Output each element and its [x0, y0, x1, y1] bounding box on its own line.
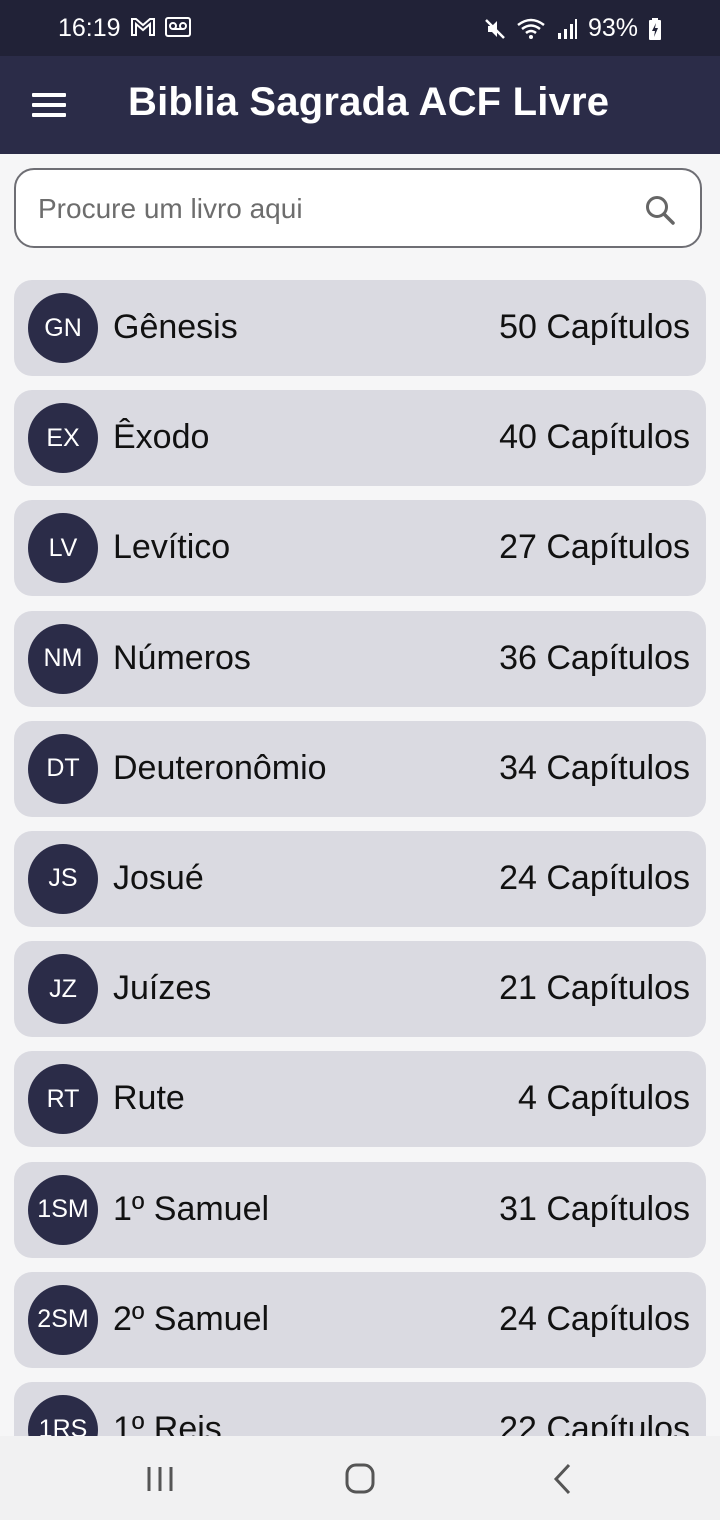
book-chapters: 24 Capítulos [499, 858, 690, 897]
book-name: Gênesis [113, 308, 238, 346]
book-card[interactable]: JS Josué 24 Capítulos [14, 830, 706, 927]
book-chapters: 27 Capítulos [499, 528, 690, 567]
voicemail-icon [165, 17, 191, 37]
home-icon[interactable] [340, 1462, 380, 1496]
book-chapters: 31 Capítulos [499, 1189, 690, 1228]
status-right: 93% [484, 14, 662, 43]
book-card[interactable]: GN Gênesis 50 Capítulos [14, 280, 706, 376]
gmail-icon [131, 18, 155, 36]
book-card[interactable]: 1RS 1º Reis 22 Capítulos [14, 1381, 706, 1436]
status-time: 16:19 [58, 14, 121, 42]
book-chapters: 50 Capítulos [499, 308, 690, 346]
book-name: Êxodo [113, 418, 210, 457]
search-box [14, 168, 702, 248]
book-abbr-avatar: EX [28, 403, 98, 474]
book-abbr-avatar: DT [28, 733, 98, 804]
book-card[interactable]: JZ Juízes 21 Capítulos [14, 941, 706, 1038]
signal-icon [557, 18, 577, 39]
book-name: Josué [113, 858, 204, 897]
book-card[interactable]: DT Deuteronômio 34 Capítulos [14, 720, 706, 817]
recent-apps-icon[interactable] [140, 1462, 180, 1496]
book-card[interactable]: NM Números 36 Capítulos [14, 610, 706, 707]
search-input[interactable] [36, 186, 620, 232]
book-card[interactable]: EX Êxodo 40 Capítulos [14, 390, 706, 487]
battery-percent: 93% [587, 14, 638, 42]
book-abbr-avatar: JS [28, 843, 98, 914]
book-name: Juízes [113, 969, 212, 1008]
wifi-icon [517, 18, 545, 39]
book-name: Rute [113, 1079, 185, 1118]
status-bar: 16:19 93% [0, 0, 720, 56]
book-name: 1º Reis [113, 1409, 222, 1436]
book-chapters: 22 Capítulos [499, 1409, 690, 1436]
app-bar: Biblia Sagrada ACF Livre [0, 56, 720, 154]
book-name: Números [113, 638, 251, 677]
book-name: 2º Samuel [113, 1299, 270, 1338]
book-chapters: 36 Capítulos [499, 638, 690, 677]
book-abbr-avatar: GN [28, 293, 98, 363]
book-chapters: 21 Capítulos [499, 969, 690, 1008]
menu-icon[interactable] [32, 93, 66, 117]
book-abbr-avatar: NM [28, 623, 98, 694]
book-abbr-avatar: LV [28, 513, 98, 584]
book-name: Deuteronômio [113, 748, 327, 787]
app-title: Biblia Sagrada ACF Livre [128, 80, 610, 124]
navigation-bar [0, 1436, 720, 1520]
book-list: GN Gênesis 50 Capítulos EX Êxodo 40 Capí… [14, 280, 706, 1436]
book-card[interactable]: 1SM 1º Samuel 31 Capítulos [14, 1161, 706, 1258]
book-card[interactable]: RT Rute 4 Capítulos [14, 1051, 706, 1148]
book-abbr-avatar: 2SM [28, 1284, 98, 1355]
status-left-icons [130, 15, 192, 39]
book-abbr-avatar: JZ [28, 954, 98, 1025]
back-icon[interactable] [542, 1462, 582, 1496]
book-abbr-avatar: 1RS [28, 1394, 98, 1436]
book-chapters: 4 Capítulos [518, 1079, 690, 1118]
book-chapters: 40 Capítulos [499, 418, 690, 457]
book-card[interactable]: 2SM 2º Samuel 24 Capítulos [14, 1271, 706, 1368]
book-name: Levítico [113, 528, 231, 567]
book-abbr-avatar: 1SM [28, 1174, 98, 1245]
book-chapters: 24 Capítulos [499, 1299, 690, 1338]
battery-charging-icon [649, 17, 661, 40]
book-abbr-avatar: RT [28, 1064, 98, 1135]
search-icon[interactable] [644, 194, 676, 226]
book-chapters: 34 Capítulos [499, 748, 690, 787]
book-card[interactable]: LV Levítico 27 Capítulos [14, 500, 706, 597]
mute-icon [485, 18, 505, 39]
book-name: 1º Samuel [113, 1189, 270, 1228]
